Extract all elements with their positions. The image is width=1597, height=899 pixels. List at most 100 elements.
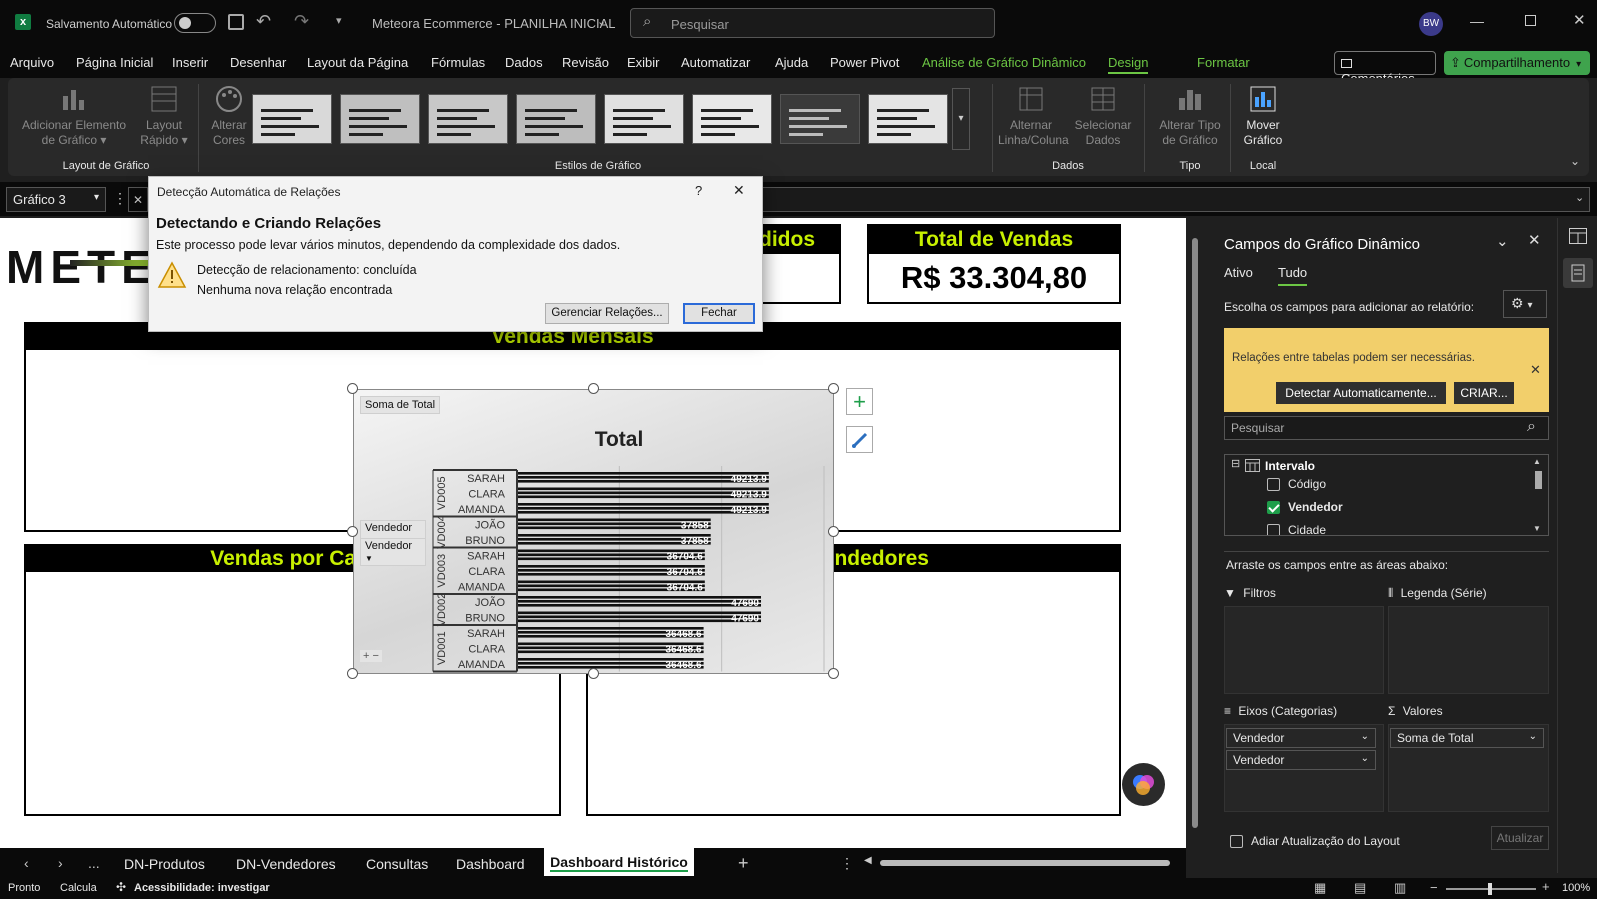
menu-analise-grafico[interactable]: Análise de Gráfico Dinâmico [922,55,1086,70]
axes-area[interactable]: ≡ Eixos (Categorias) Vendedor ⌄ Vendedor ⌄ [1224,704,1384,812]
menu-formatar[interactable]: Formatar [1197,55,1250,70]
tab-dashboard-historico[interactable]: Dashboard Histórico [544,848,694,876]
field-settings-button[interactable]: ⚙ ▾ [1503,290,1547,318]
field-checkbox[interactable] [1267,524,1280,535]
gallery-more-button[interactable]: ▾ [952,88,970,150]
chart-style-8[interactable] [868,94,948,144]
chart-style-5[interactable] [604,94,684,144]
field-checkbox[interactable] [1267,478,1280,492]
select-data-button[interactable]: Selecionar Dados [1070,84,1136,148]
chart-style-1[interactable] [252,94,332,144]
cancel-formula-button[interactable]: ✕ [128,187,148,212]
collapse-icon[interactable]: ⊟ [1231,457,1240,470]
field-checkbox[interactable] [1267,501,1280,515]
update-button[interactable]: Atualizar [1491,826,1549,850]
restore-icon[interactable] [1525,15,1536,26]
menu-revisao[interactable]: Revisão [562,55,609,70]
collapse-ribbon-icon[interactable]: ⌄ [1570,154,1580,168]
prev-sheet-icon[interactable]: ‹ [24,855,29,871]
quick-layout-button[interactable]: Layout Rápido ▾ [136,84,192,148]
table-view-icon[interactable] [1569,228,1587,244]
more-options-icon[interactable]: ⋮ [113,190,127,207]
axis-item-vendedor-2[interactable]: Vendedor ⌄ [1226,750,1376,770]
resize-handle-ml[interactable] [347,526,358,537]
name-box[interactable]: Gráfico 3 ▾ [6,187,106,212]
resize-handle-tl[interactable] [347,383,358,394]
tab-dn-vendedores[interactable]: DN-Vendedores [236,856,336,872]
menu-formulas[interactable]: Fórmulas [431,55,485,70]
minimize-icon[interactable]: — [1470,13,1484,29]
chart-style-4[interactable] [516,94,596,144]
detect-automatically-button[interactable]: Detectar Automaticamente... [1276,382,1446,404]
pane-options-icon[interactable]: ⌄ [1496,232,1509,250]
tab-dashboard[interactable]: Dashboard [456,856,525,872]
vertical-scrollbar[interactable] [1188,218,1202,848]
menu-arquivo[interactable]: Arquivo [10,55,54,70]
next-sheet-icon[interactable]: › [58,855,63,871]
create-relation-button[interactable]: CRIAR... [1454,382,1514,404]
resize-handle-bc[interactable] [588,668,599,679]
field-item-codigo[interactable]: Código [1267,477,1326,492]
page-layout-icon[interactable]: ▤ [1354,880,1366,896]
chart-style-7[interactable] [780,94,860,144]
defer-update-checkbox[interactable] [1230,835,1243,849]
field-search-input[interactable]: Pesquisar ⌕ [1224,416,1549,440]
menu-exibir[interactable]: Exibir [627,55,660,70]
menu-design[interactable]: Design [1108,55,1149,74]
dialog-help-button[interactable]: ? [695,183,702,198]
customize-qat-icon[interactable]: ▾ [336,14,342,27]
manage-relations-button[interactable]: Gerenciar Relações... [545,303,669,324]
zoom-slider[interactable] [1446,883,1536,895]
filters-area[interactable]: ▼ Filtros [1224,586,1384,694]
resize-handle-mr[interactable] [828,526,839,537]
chart-style-6[interactable] [692,94,772,144]
tab-dn-produtos[interactable]: DN-Produtos [124,856,205,872]
close-dialog-button[interactable]: Fechar [683,303,755,324]
values-area[interactable]: Σ Valores Soma de Total ⌄ [1388,704,1549,812]
normal-view-icon[interactable]: ▦ [1314,880,1326,896]
tab-consultas[interactable]: Consultas [366,856,428,872]
close-icon[interactable]: ✕ [1573,11,1586,29]
menu-power-pivot[interactable]: Power Pivot [830,55,899,70]
fields-pane-icon[interactable] [1563,258,1593,288]
field-list-scrollbar[interactable]: ▲ ▼ [1533,457,1545,533]
defer-update-option[interactable]: Adiar Atualização do Layout [1230,834,1400,849]
resize-handle-bl[interactable] [347,668,358,679]
page-break-icon[interactable]: ▥ [1394,880,1406,896]
status-accessibility[interactable]: Acessibilidade: investigar [134,882,270,894]
add-chart-element-button[interactable]: Adicionar Elemento de Gráfico ▾ [18,84,130,148]
change-colors-button[interactable]: Alterar Cores [202,84,256,148]
zoom-out-icon[interactable]: − [1430,880,1438,895]
move-chart-button[interactable]: Mover Gráfico [1236,84,1290,148]
copilot-button[interactable] [1122,763,1165,806]
zoom-in-icon[interactable]: + [1542,879,1550,894]
field-item-cidade[interactable]: Cidade [1267,523,1326,535]
menu-desenhar[interactable]: Desenhar [230,55,286,70]
undo-icon[interactable]: ↶ [256,11,271,32]
chart-style-2[interactable] [340,94,420,144]
menu-ajuda[interactable]: Ajuda [775,55,808,70]
chart-style-3[interactable] [428,94,508,144]
change-chart-type-button[interactable]: Alterar Tipo de Gráfico [1154,84,1226,148]
save-icon[interactable] [228,14,244,30]
share-button[interactable]: ⇪ Compartilhamento ▾ [1444,51,1590,75]
autosave-toggle[interactable] [174,13,216,33]
menu-layout-pagina[interactable]: Layout da Página [307,55,408,70]
menu-dados[interactable]: Dados [505,55,543,70]
document-title[interactable]: Meteora Ecommerce - PLANILHA INICIAL [372,16,615,31]
horizontal-scrollbar[interactable]: ◀ [864,855,1186,868]
comments-button[interactable]: Comentários [1334,51,1436,86]
axis-item-vendedor-1[interactable]: Vendedor ⌄ [1226,728,1376,748]
tab-ativo[interactable]: Ativo [1224,265,1253,280]
resize-handle-tr[interactable] [828,383,839,394]
more-sheets-icon[interactable]: ... [88,855,100,871]
add-sheet-icon[interactable]: + [738,853,749,874]
chart-styles-button[interactable] [846,426,873,453]
resize-handle-br[interactable] [828,668,839,679]
legend-area[interactable]: ⦀ Legenda (Série) [1388,586,1549,694]
redo-icon[interactable]: ↷ [294,11,309,32]
switch-row-column-button[interactable]: Alternar Linha/Coluna [998,84,1069,148]
chevron-down-icon[interactable]: ⌄ [597,15,606,28]
avatar[interactable]: BW [1419,12,1443,36]
tab-options-icon[interactable]: ⋮ [840,855,854,872]
